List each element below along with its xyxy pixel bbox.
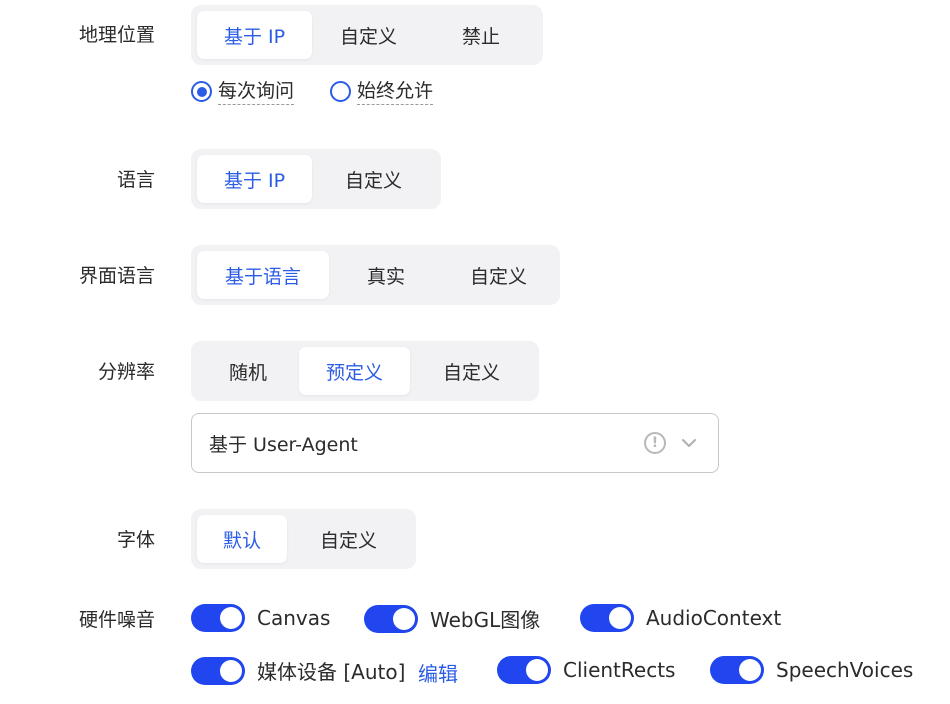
geolocation-permission-radios: 每次询问 始终允许 <box>191 78 434 105</box>
toggle-canvas-label: Canvas <box>257 606 331 630</box>
switch-on[interactable] <box>710 656 764 684</box>
toggle-audiocontext-label: AudioContext <box>646 606 782 630</box>
toggle-media-devices[interactable]: 媒体设备 [Auto] <box>191 656 405 685</box>
radio-ask-every-time[interactable]: 每次询问 <box>191 78 295 105</box>
font-option-custom[interactable]: 自定义 <box>287 515 410 563</box>
switch-on[interactable] <box>191 656 245 685</box>
toggle-webgl-image[interactable]: WebGL图像 <box>364 604 540 633</box>
language-label: 语言 <box>116 169 155 191</box>
toggle-speechvoices-label: SpeechVoices <box>776 658 914 682</box>
resolution-option-random[interactable]: 随机 <box>197 347 299 395</box>
warning-info-icon[interactable]: ! <box>644 432 666 454</box>
toggle-canvas[interactable]: Canvas <box>191 604 330 632</box>
geolocation-option-block[interactable]: 禁止 <box>425 11 537 59</box>
geolocation-option-custom[interactable]: 自定义 <box>312 11 425 59</box>
language-option-ip[interactable]: 基于 IP <box>197 155 312 203</box>
select-value: 基于 User-Agent <box>209 433 358 456</box>
resolution-segmented-control: 随机 预定义 自定义 <box>191 341 539 401</box>
switch-on[interactable] <box>497 656 551 684</box>
resolution-label: 分辨率 <box>97 361 155 383</box>
hardware-noise-label: 硬件噪音 <box>78 609 155 631</box>
radio-always-allow[interactable]: 始终允许 <box>330 78 434 105</box>
radio-allow-label: 始终允许 <box>357 78 434 105</box>
radio-unchecked-icon <box>330 81 352 102</box>
font-segmented-control: 默认 自定义 <box>191 509 416 569</box>
toggle-clientrects-label: ClientRects <box>563 658 676 682</box>
geolocation-option-ip[interactable]: 基于 IP <box>197 11 312 59</box>
toggle-speechvoices[interactable]: SpeechVoices <box>710 656 913 684</box>
resolution-option-custom[interactable]: 自定义 <box>410 347 533 395</box>
switch-on[interactable] <box>191 604 245 632</box>
ui-language-option-by-language[interactable]: 基于语言 <box>197 251 329 299</box>
resolution-preset-select[interactable]: 基于 User-Agent ! <box>191 413 719 473</box>
geolocation-label: 地理位置 <box>78 24 155 46</box>
toggle-media-devices-label: 媒体设备 [Auto] <box>257 660 406 684</box>
resolution-option-predefined[interactable]: 预定义 <box>299 347 410 395</box>
switch-on[interactable] <box>364 604 418 633</box>
font-option-default[interactable]: 默认 <box>197 515 287 563</box>
radio-ask-label: 每次询问 <box>218 78 295 105</box>
ui-language-option-real[interactable]: 真实 <box>329 251 443 299</box>
ui-language-option-custom[interactable]: 自定义 <box>443 251 554 299</box>
ui-language-label: 界面语言 <box>78 265 155 287</box>
language-option-custom[interactable]: 自定义 <box>312 155 435 203</box>
toggle-audiocontext[interactable]: AudioContext <box>580 604 781 632</box>
language-segmented-control: 基于 IP 自定义 <box>191 149 441 209</box>
font-label: 字体 <box>116 529 155 551</box>
chevron-down-icon <box>682 439 696 447</box>
geolocation-segmented-control: 基于 IP 自定义 禁止 <box>191 5 543 65</box>
ui-language-segmented-control: 基于语言 真实 自定义 <box>191 245 560 305</box>
toggle-clientrects[interactable]: ClientRects <box>497 656 675 684</box>
switch-on[interactable] <box>580 604 634 632</box>
radio-checked-icon <box>191 81 212 102</box>
media-devices-edit-link[interactable]: 编辑 <box>418 658 458 687</box>
toggle-webgl-label: WebGL图像 <box>430 608 541 632</box>
